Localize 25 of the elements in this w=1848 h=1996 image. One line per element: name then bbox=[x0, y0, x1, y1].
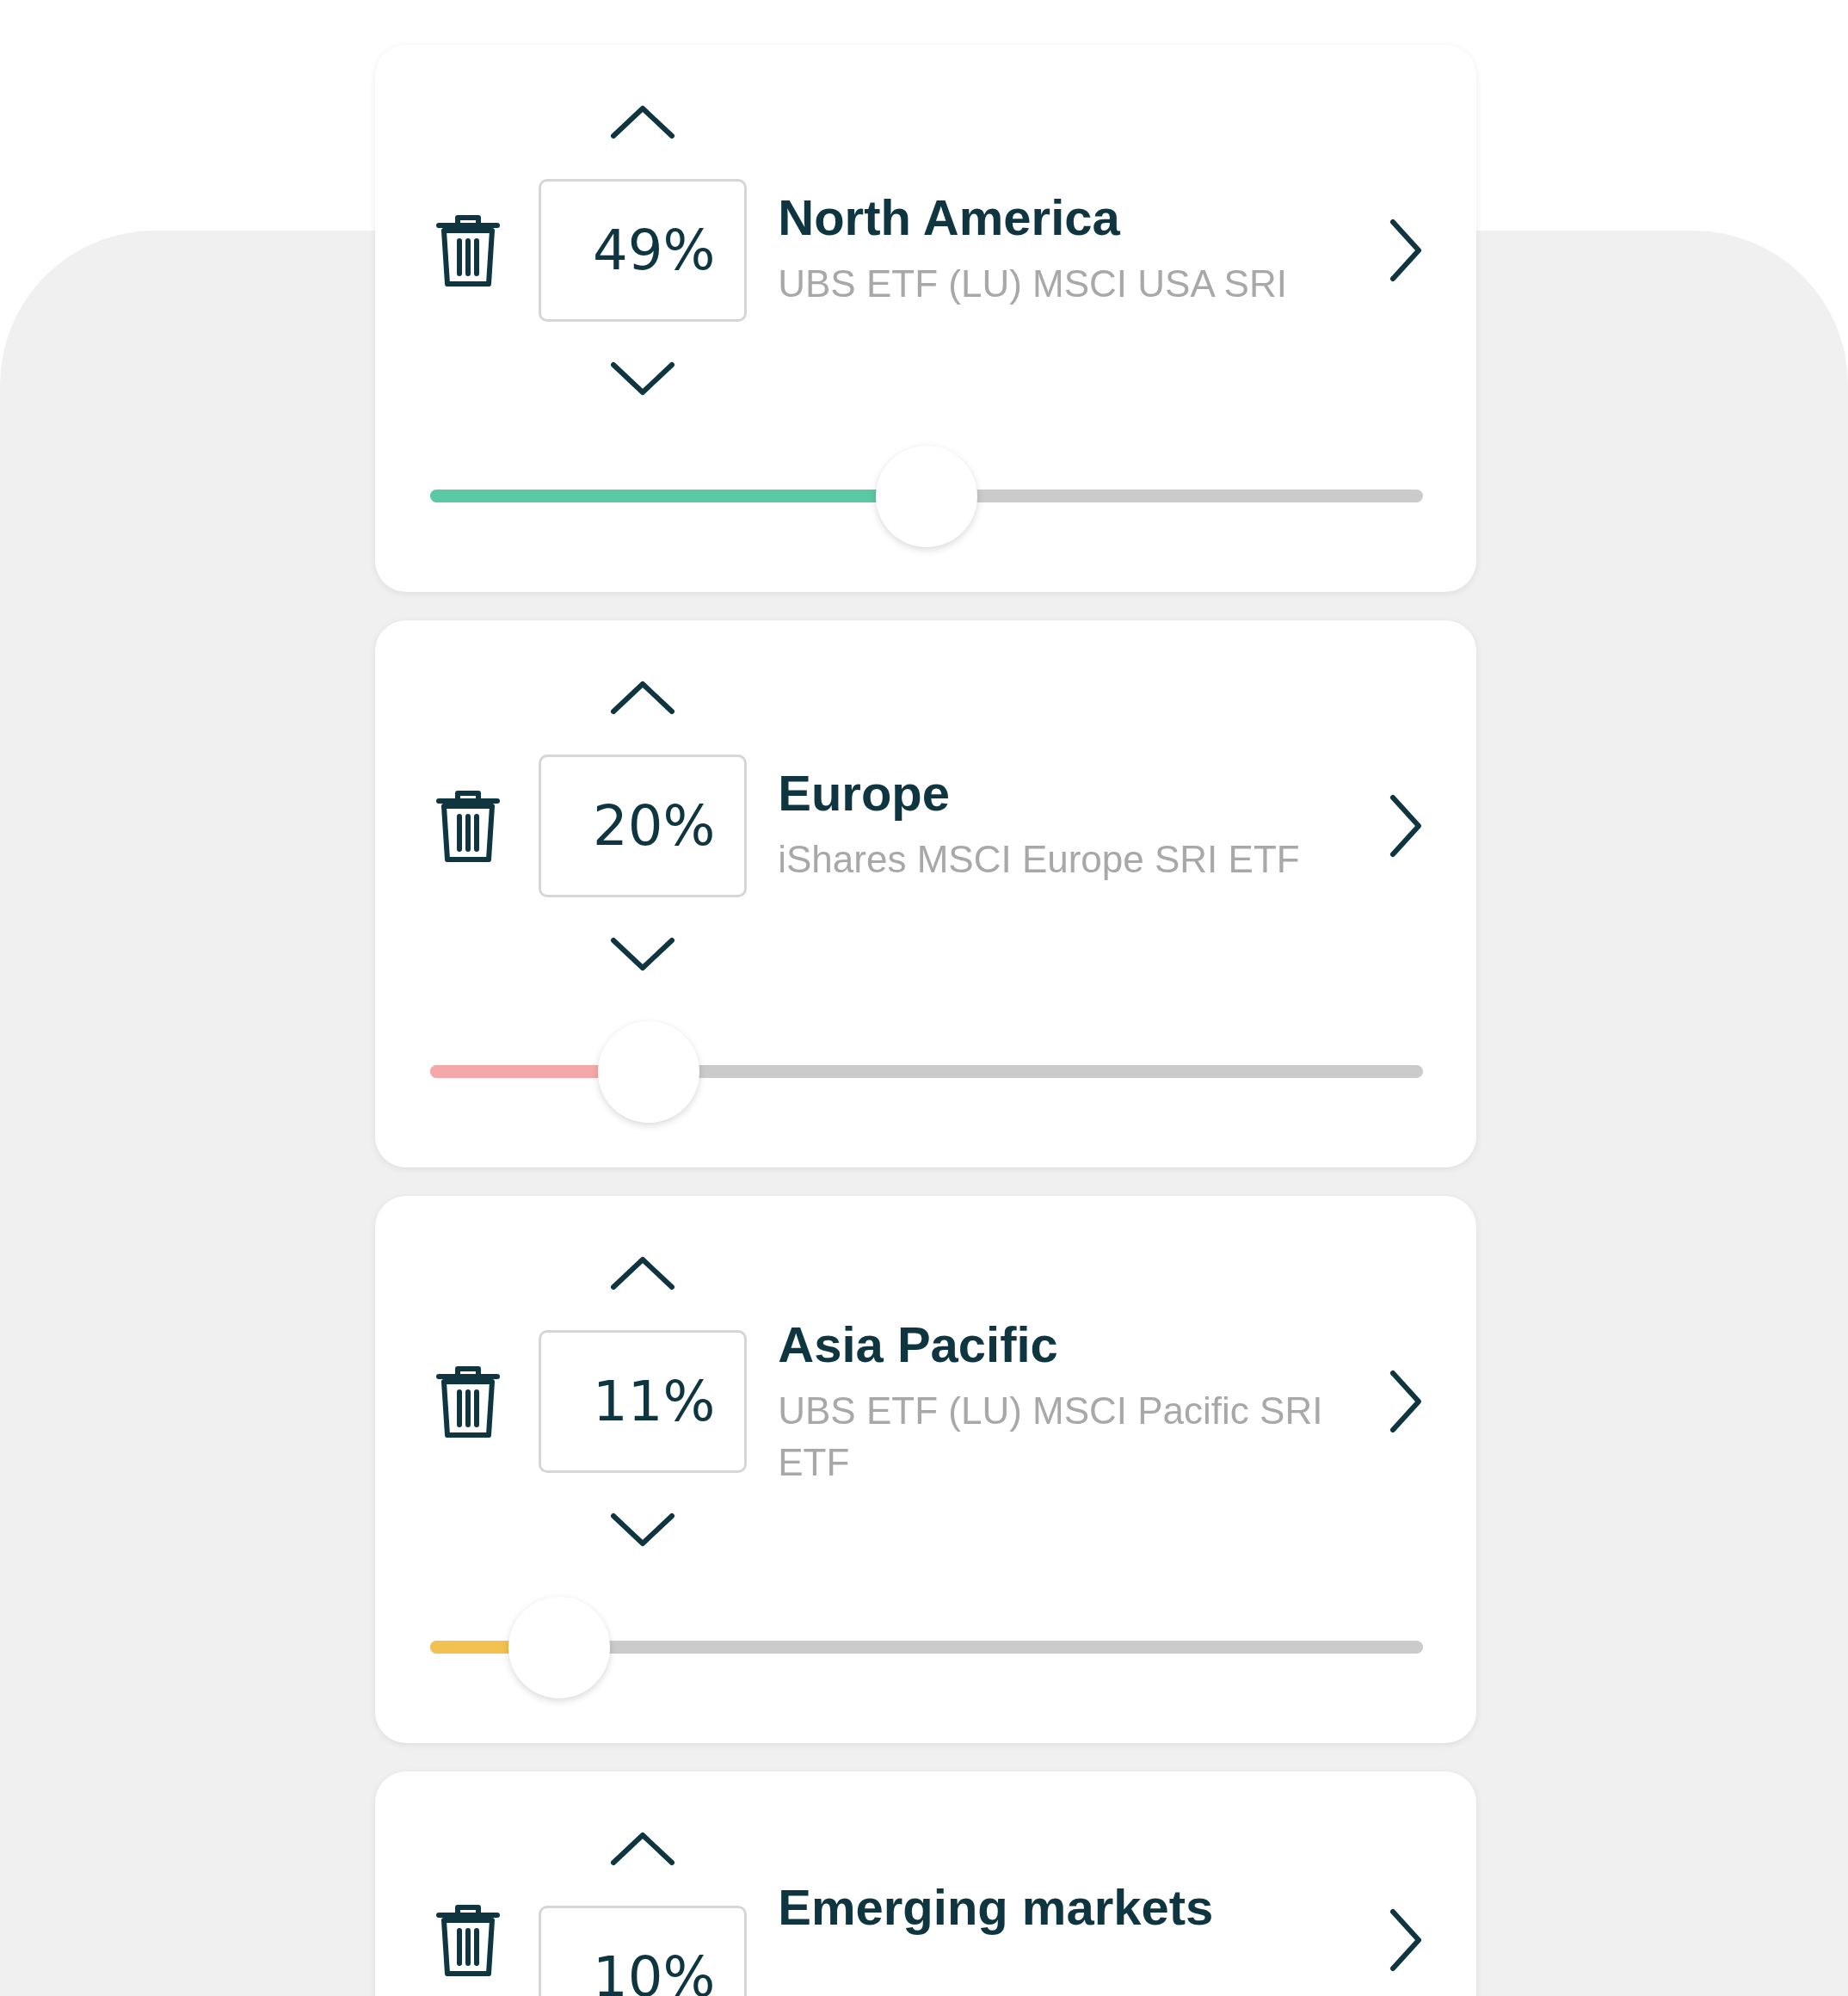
percent-field[interactable]: 20% bbox=[539, 755, 748, 897]
region-name: Asia Pacific bbox=[778, 1315, 1059, 1374]
chevron-right-icon[interactable] bbox=[1389, 1369, 1423, 1434]
trash-icon[interactable] bbox=[435, 213, 501, 287]
region-name: Europe bbox=[778, 764, 952, 822]
fund-name: UBS ETF (LU) MSCI Pacific SRI ETF bbox=[778, 1389, 1324, 1485]
decrease-icon[interactable] bbox=[610, 361, 676, 396]
fund-name: iShares MSCI Europe SRI ETF bbox=[778, 837, 1301, 882]
decrease-icon[interactable] bbox=[610, 937, 676, 971]
chevron-right-icon[interactable] bbox=[1389, 218, 1423, 283]
percent-field[interactable]: 49% bbox=[539, 179, 748, 322]
increase-icon[interactable] bbox=[610, 1832, 676, 1866]
fund-name: UBS ETF (LU) MSCI USA SRI bbox=[778, 262, 1288, 306]
increase-icon[interactable] bbox=[610, 105, 676, 139]
trash-icon[interactable] bbox=[435, 1365, 501, 1438]
increase-icon[interactable] bbox=[610, 1256, 676, 1291]
decrease-icon[interactable] bbox=[610, 1512, 676, 1547]
region-name: North America bbox=[778, 188, 1121, 246]
trash-icon[interactable] bbox=[435, 789, 501, 863]
chevron-right-icon[interactable] bbox=[1389, 793, 1423, 859]
trash-icon[interactable] bbox=[435, 1903, 501, 1977]
increase-icon[interactable] bbox=[610, 681, 676, 715]
percent-field[interactable]: 11% bbox=[539, 1330, 748, 1473]
region-name: Emerging markets bbox=[778, 1878, 1215, 1936]
chevron-right-icon[interactable] bbox=[1389, 1907, 1423, 1973]
